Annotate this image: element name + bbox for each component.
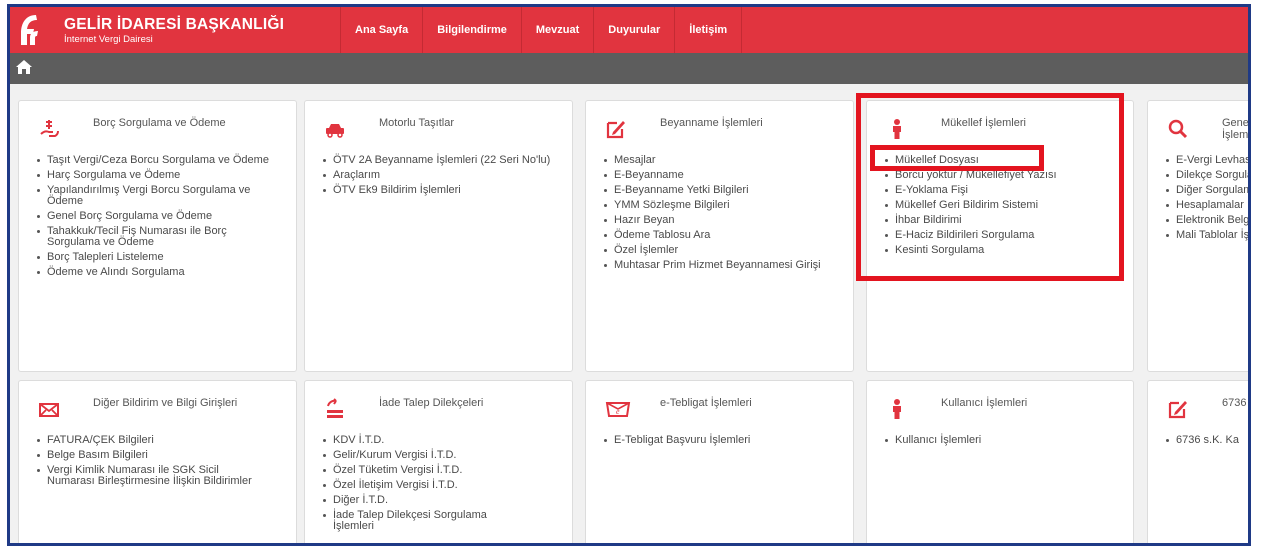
- list-item[interactable]: Mali Tablolar İşlemleri: [1166, 230, 1248, 241]
- refund-icon: [327, 398, 343, 418]
- list-item[interactable]: YMM Sözleşme Bilgileri: [604, 200, 834, 211]
- card-title[interactable]: Borç Sorgulama ve Ödeme: [93, 117, 226, 129]
- card-title[interactable]: Motorlu Taşıtlar: [379, 117, 454, 129]
- list-item[interactable]: E-Beyanname Yetki Bilgileri: [604, 185, 834, 196]
- list-item[interactable]: Belge Basım Bilgileri: [37, 450, 267, 461]
- menu-duyurular[interactable]: Duyurular: [593, 7, 674, 53]
- mail-icon: [39, 403, 59, 417]
- list-item[interactable]: Kullanıcı İşlemleri: [885, 435, 1115, 446]
- card-item-list: E-Vergi Levhası Dilekçe Sorgulama Diğer …: [1166, 155, 1248, 245]
- card-motorlu-tasitlar: Motorlu Taşıtlar ÖTV 2A Beyanname İşleml…: [304, 100, 573, 372]
- card-title[interactable]: Kullanıcı İşlemleri: [941, 397, 1027, 409]
- breadcrumb-bar: [10, 53, 1248, 84]
- site-title[interactable]: GELİR İDARESİ BAŞKANLIĞI: [64, 16, 284, 34]
- list-item[interactable]: FATURA/ÇEK Bilgileri: [37, 435, 267, 446]
- list-item[interactable]: Gelir/Kurum Vergisi İ.T.D.: [323, 450, 523, 461]
- card-title[interactable]: 6736 s: [1222, 397, 1248, 409]
- card-iade-talep: İade Talep Dilekçeleri KDV İ.T.D. Gelir/…: [304, 380, 573, 543]
- highlight-box-item: [870, 145, 1044, 171]
- main-menu: Ana Sayfa Bilgilendirme Mevzuat Duyurula…: [340, 7, 743, 53]
- edit-icon: [1168, 401, 1187, 419]
- card-title[interactable]: İade Talep Dilekçeleri: [379, 397, 483, 409]
- list-item[interactable]: Ödeme Tablosu Ara: [604, 230, 834, 241]
- list-item[interactable]: Diğer İ.T.D.: [323, 495, 523, 506]
- card-borc-sorgulama: Borç Sorgulama ve Ödeme Taşıt Vergi/Ceza…: [18, 100, 297, 372]
- list-item[interactable]: Taşıt Vergi/Ceza Borcu Sorgulama ve Ödem…: [37, 155, 277, 166]
- card-e-tebligat: e e-Tebligat İşlemleri E-Tebligat Başvur…: [585, 380, 854, 543]
- list-item[interactable]: Borç Talepleri Listeleme: [37, 252, 277, 263]
- card-title[interactable]: Genel İşlemler: [1222, 117, 1248, 141]
- list-item[interactable]: Muhtasar Prim Hizmet Beyannamesi Girişi: [604, 260, 834, 271]
- menu-ana-sayfa[interactable]: Ana Sayfa: [340, 7, 422, 53]
- list-item[interactable]: Harç Sorgulama ve Ödeme: [37, 170, 277, 181]
- menu-mevzuat[interactable]: Mevzuat: [520, 7, 593, 53]
- list-item[interactable]: Yapılandırılmış Vergi Borcu Sorgulama ve…: [37, 185, 277, 207]
- card-beyanname-islemleri: Beyanname İşlemleri Mesajlar E-Beyanname…: [585, 100, 854, 372]
- gib-logo-icon[interactable]: [16, 13, 44, 47]
- svg-text:e: e: [616, 407, 620, 416]
- browser-frame: GELİR İDARESİ BAŞKANLIĞI İnternet Vergi …: [7, 4, 1251, 546]
- list-item[interactable]: Ödeme ve Alındı Sorgulama: [37, 267, 277, 278]
- card-item-list: E-Tebligat Başvuru İşlemleri: [604, 435, 834, 450]
- card-item-list: ÖTV 2A Beyanname İşlemleri (22 Seri No'l…: [323, 155, 553, 200]
- card-item-list: 6736 s.K. Ka: [1166, 435, 1248, 450]
- menu-bilgilendirme[interactable]: Bilgilendirme: [422, 7, 521, 53]
- list-item[interactable]: Özel Tüketim Vergisi İ.T.D.: [323, 465, 523, 476]
- list-item[interactable]: İade Talep Dilekçesi Sorgulama İşlemleri: [323, 510, 523, 532]
- list-item[interactable]: E-Vergi Levhası: [1166, 155, 1248, 166]
- money-hand-icon: [40, 120, 59, 137]
- card-item-list: Kullanıcı İşlemleri: [885, 435, 1115, 450]
- home-icon[interactable]: [15, 59, 33, 75]
- search-icon: [1168, 119, 1188, 139]
- card-title[interactable]: Beyanname İşlemleri: [660, 117, 763, 129]
- card-diger-bildirim: Diğer Bildirim ve Bilgi Girişleri FATURA…: [18, 380, 297, 543]
- e-mail-icon: e: [605, 402, 631, 417]
- list-item[interactable]: Mesajlar: [604, 155, 834, 166]
- card-title[interactable]: e-Tebligat İşlemleri: [660, 397, 752, 409]
- menu-iletisim[interactable]: İletişim: [674, 7, 743, 53]
- list-item[interactable]: Vergi Kimlik Numarası ile SGK Sicil Numa…: [37, 465, 267, 487]
- edit-icon: [606, 121, 625, 139]
- list-item[interactable]: Dilekçe Sorgulama: [1166, 170, 1248, 181]
- list-item[interactable]: ÖTV 2A Beyanname İşlemleri (22 Seri No'l…: [323, 155, 553, 166]
- list-item[interactable]: Özel İşlemler: [604, 245, 834, 256]
- card-title[interactable]: Diğer Bildirim ve Bilgi Girişleri: [93, 397, 237, 409]
- top-navbar: GELİR İDARESİ BAŞKANLIĞI İnternet Vergi …: [10, 7, 1248, 53]
- list-item[interactable]: Hazır Beyan: [604, 215, 834, 226]
- list-item[interactable]: Diğer Sorgulamalar: [1166, 185, 1248, 196]
- car-icon: [326, 124, 344, 138]
- list-item[interactable]: Tahakkuk/Tecil Fiş Numarası ile Borç Sor…: [37, 226, 277, 248]
- list-item[interactable]: Genel Borç Sorgulama ve Ödeme: [37, 211, 277, 222]
- list-item[interactable]: 6736 s.K. Ka: [1166, 435, 1248, 446]
- card-item-list: FATURA/ÇEK Bilgileri Belge Basım Bilgile…: [37, 435, 267, 491]
- list-item[interactable]: Özel İletişim Vergisi İ.T.D.: [323, 480, 523, 491]
- card-genel-islemler: Genel İşlemler E-Vergi Levhası Dilekçe S…: [1147, 100, 1248, 372]
- card-kullanici-islemleri: Kullanıcı İşlemleri Kullanıcı İşlemleri: [866, 380, 1134, 543]
- person-icon: [893, 399, 901, 419]
- list-item[interactable]: ÖTV Ek9 Bildirim İşlemleri: [323, 185, 553, 196]
- list-item[interactable]: E-Beyanname: [604, 170, 834, 181]
- card-item-list: KDV İ.T.D. Gelir/Kurum Vergisi İ.T.D. Öz…: [323, 435, 523, 536]
- site-subtitle: İnternet Vergi Dairesi: [64, 34, 153, 45]
- card-item-list: Taşıt Vergi/Ceza Borcu Sorgulama ve Ödem…: [37, 155, 277, 282]
- list-item[interactable]: E-Tebligat Başvuru İşlemleri: [604, 435, 834, 446]
- list-item[interactable]: Hesaplamalar: [1166, 200, 1248, 211]
- card-6736: 6736 s 6736 s.K. Ka: [1147, 380, 1248, 543]
- list-item[interactable]: Elektronik Belge: [1166, 215, 1248, 226]
- list-item[interactable]: KDV İ.T.D.: [323, 435, 523, 446]
- list-item[interactable]: Araçlarım: [323, 170, 553, 181]
- highlight-box-card: [856, 93, 1124, 281]
- card-item-list: Mesajlar E-Beyanname E-Beyanname Yetki B…: [604, 155, 834, 275]
